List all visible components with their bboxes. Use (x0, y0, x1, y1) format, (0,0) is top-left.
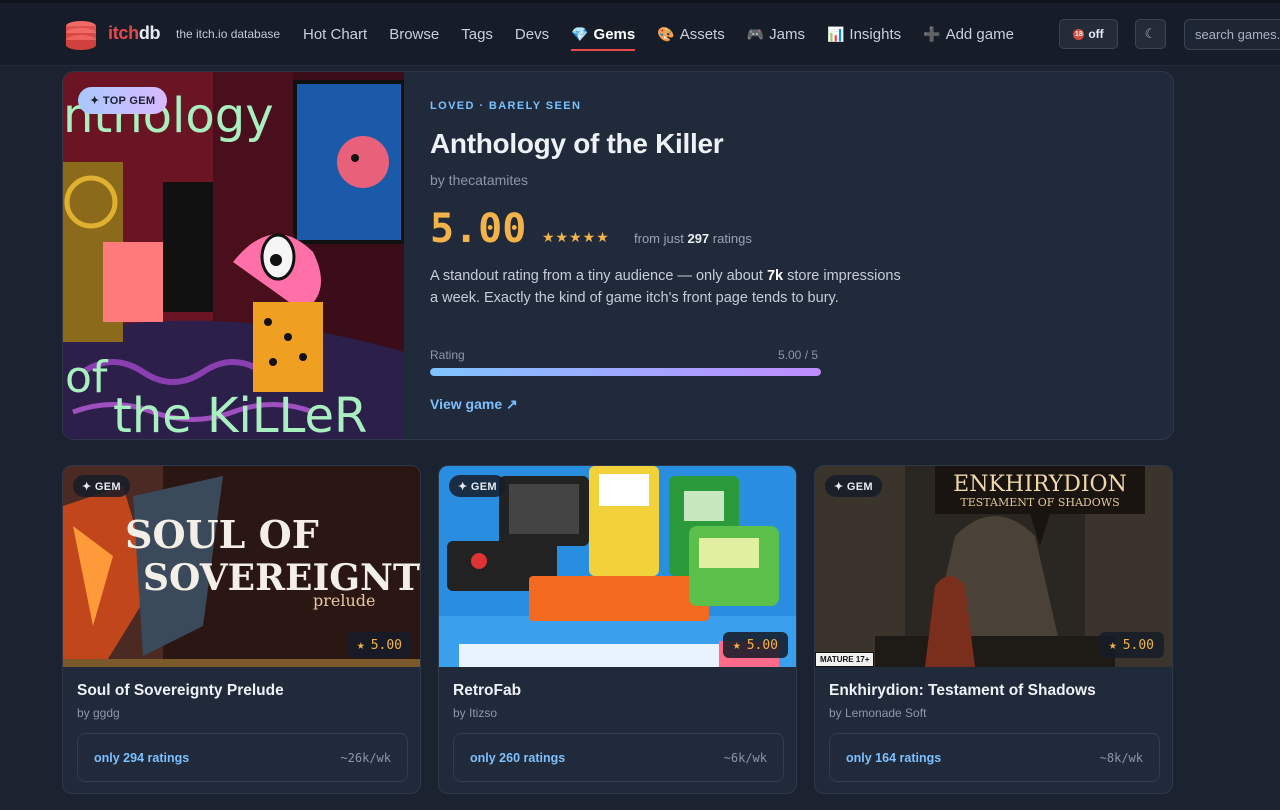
top-gem-badge: ✦ TOP GEM (78, 87, 168, 114)
card-title[interactable]: RetroFab (453, 682, 521, 700)
nav-label: Assets (679, 25, 725, 43)
nav-label: Add game (945, 25, 1014, 43)
brand-itch: itch (108, 23, 139, 43)
plus-icon: ➕ (923, 25, 941, 42)
hero-developer[interactable]: by thecatamites (430, 172, 528, 188)
nav-label: Insights (849, 25, 902, 43)
nav-add-game[interactable]: ➕ Add game (923, 23, 1014, 45)
nav-label: Gems (593, 25, 636, 43)
palette-icon: 🎨 (657, 25, 675, 42)
nav-insights[interactable]: 📊 Insights (827, 23, 901, 45)
mature-rating-label: MATURE 17+ (815, 652, 875, 667)
card-developer[interactable]: by ggdg (77, 706, 120, 720)
score-chip: ★ 5.00 (1098, 632, 1164, 658)
card-cover-image[interactable]: ENKHIRYDION TESTAMENT OF SHADOWS MATURE … (815, 466, 1172, 667)
nav-label: Tags (461, 25, 493, 43)
gem-badge: ✦ GEM (449, 475, 506, 497)
top-nav: itchdb the itch.io database Hot Chart Br… (0, 0, 1280, 66)
ratings-count: 297 (687, 231, 710, 246)
nav-label: Hot Chart (303, 25, 368, 43)
hero-description: A standout rating from a tiny audience —… (430, 265, 910, 309)
card-score: 5.00 (1122, 637, 1154, 653)
rating-bar-fill (430, 368, 821, 376)
card-cover-image[interactable]: ✦ GEM ★ 5.00 (439, 466, 796, 667)
nav-label: Jams (769, 25, 805, 43)
desc-impressions: 7k (766, 268, 784, 284)
nav-assets[interactable]: 🎨 Assets (657, 23, 724, 45)
moon-icon: ☾ (1144, 26, 1157, 41)
gem-card[interactable]: ✦ GEM ★ 5.00 RetroFab by Itizso only 260 … (438, 465, 797, 794)
star-icon: ★ (356, 637, 365, 653)
nav-browse[interactable]: Browse (389, 23, 439, 45)
card-developer[interactable]: by Itizso (453, 706, 497, 720)
nsfw-toggle-label: off (1088, 27, 1104, 41)
nav-top-strip (0, 0, 1280, 3)
card-weekly: ~6k/wk (723, 751, 767, 765)
gem-card[interactable]: ENKHIRYDION TESTAMENT OF SHADOWS MATURE … (814, 465, 1173, 794)
nav-links: Hot Chart Browse Tags Devs 💎 Gems 🎨 Assets… (303, 23, 1036, 51)
card-stats: only 164 ratings ~8k/wk (829, 733, 1160, 782)
database-logo-icon[interactable] (65, 19, 97, 51)
brand-db: db (138, 23, 161, 43)
brand-name[interactable]: itchdb (108, 23, 161, 44)
hero-cover-image[interactable]: nthology of the KiLLeR ✦ TOP GEM (63, 72, 405, 440)
nsfw-toggle-button[interactable]: 18 off (1059, 19, 1118, 49)
age-18-icon: 18 (1073, 28, 1085, 40)
hero-score: 5.00 (430, 206, 527, 252)
theme-toggle-button[interactable]: ☾ (1135, 19, 1166, 49)
nav-jams[interactable]: 🎮 Jams (747, 23, 805, 45)
ratings-suffix: ratings (712, 231, 752, 246)
bar-chart-icon: 📊 (826, 25, 845, 42)
rating-bar-label: Rating (430, 348, 465, 362)
svg-text:the KiLLeR: the KiLLeR (113, 388, 367, 440)
svg-text:prelude: prelude (313, 591, 376, 610)
gem-badge: ✦ GEM (73, 475, 130, 497)
card-ratings: only 260 ratings (470, 751, 566, 765)
hero-ratings-count: from just 297 ratings (634, 231, 752, 246)
svg-text:SOUL OF: SOUL OF (125, 512, 319, 557)
card-score: 5.00 (370, 637, 402, 653)
top-gem-hero: nthology of the KiLLeR ✦ TOP GEM LOVED ·… (62, 71, 1174, 440)
nav-devs[interactable]: Devs (515, 23, 549, 45)
hero-title[interactable]: Anthology of the Killer (430, 128, 724, 160)
svg-text:TESTAMENT OF SHADOWS: TESTAMENT OF SHADOWS (960, 496, 1119, 509)
card-title[interactable]: Soul of Sovereignty Prelude (77, 682, 284, 700)
svg-text:ENKHIRYDION: ENKHIRYDION (953, 472, 1127, 497)
card-weekly: ~8k/wk (1099, 751, 1143, 765)
gem-badge: ✦ GEM (825, 475, 882, 497)
card-score: 5.00 (746, 637, 778, 653)
card-developer[interactable]: by Lemonade Soft (829, 706, 926, 720)
star-icon: ★ (732, 637, 741, 653)
card-title[interactable]: Enkhirydion: Testament of Shadows (829, 682, 1096, 700)
ratings-prefix: from just (634, 231, 684, 246)
nav-hot-chart[interactable]: Hot Chart (303, 23, 367, 45)
rating-bar-value: 5.00 / 5 (778, 348, 819, 362)
nav-label: Browse (389, 25, 440, 43)
gamepad-icon: 🎮 (746, 25, 765, 42)
gem-icon: 💎 (571, 25, 589, 42)
card-ratings: only 294 ratings (94, 751, 190, 765)
card-weekly: ~26k/wk (340, 751, 391, 765)
gem-card[interactable]: SOUL OF SOVEREIGNTY prelude ✦ GEM ★ 5.00 … (62, 465, 421, 794)
nav-tags[interactable]: Tags (461, 23, 493, 45)
score-chip: ★ 5.00 (346, 632, 412, 658)
search-input[interactable]: search games... (1184, 19, 1280, 50)
nav-label: Devs (514, 25, 550, 43)
view-game-link[interactable]: View game ↗ (430, 396, 518, 413)
brand-tagline: the itch.io database (176, 27, 281, 41)
hero-kicker: LOVED · BARELY SEEN (430, 100, 582, 112)
hero-cover-art: nthology of the KiLLeR (63, 72, 405, 440)
card-stats: only 294 ratings ~26k/wk (77, 733, 408, 782)
star-rating-icon: ★★★★★ (542, 229, 610, 245)
score-chip: ★ 5.00 (722, 632, 788, 658)
svg-text:of: of (65, 352, 109, 403)
nav-gems[interactable]: 💎 Gems (571, 23, 636, 51)
card-ratings: only 164 ratings (846, 751, 942, 765)
svg-text:SOVEREIGNTY: SOVEREIGNTY (143, 557, 421, 599)
desc-part: A standout rating from a tiny audience —… (430, 268, 763, 284)
card-stats: only 260 ratings ~6k/wk (453, 733, 784, 782)
card-cover-image[interactable]: SOUL OF SOVEREIGNTY prelude ✦ GEM ★ 5.00 (63, 466, 421, 667)
rating-bar (430, 368, 821, 376)
star-icon: ★ (1108, 637, 1117, 653)
